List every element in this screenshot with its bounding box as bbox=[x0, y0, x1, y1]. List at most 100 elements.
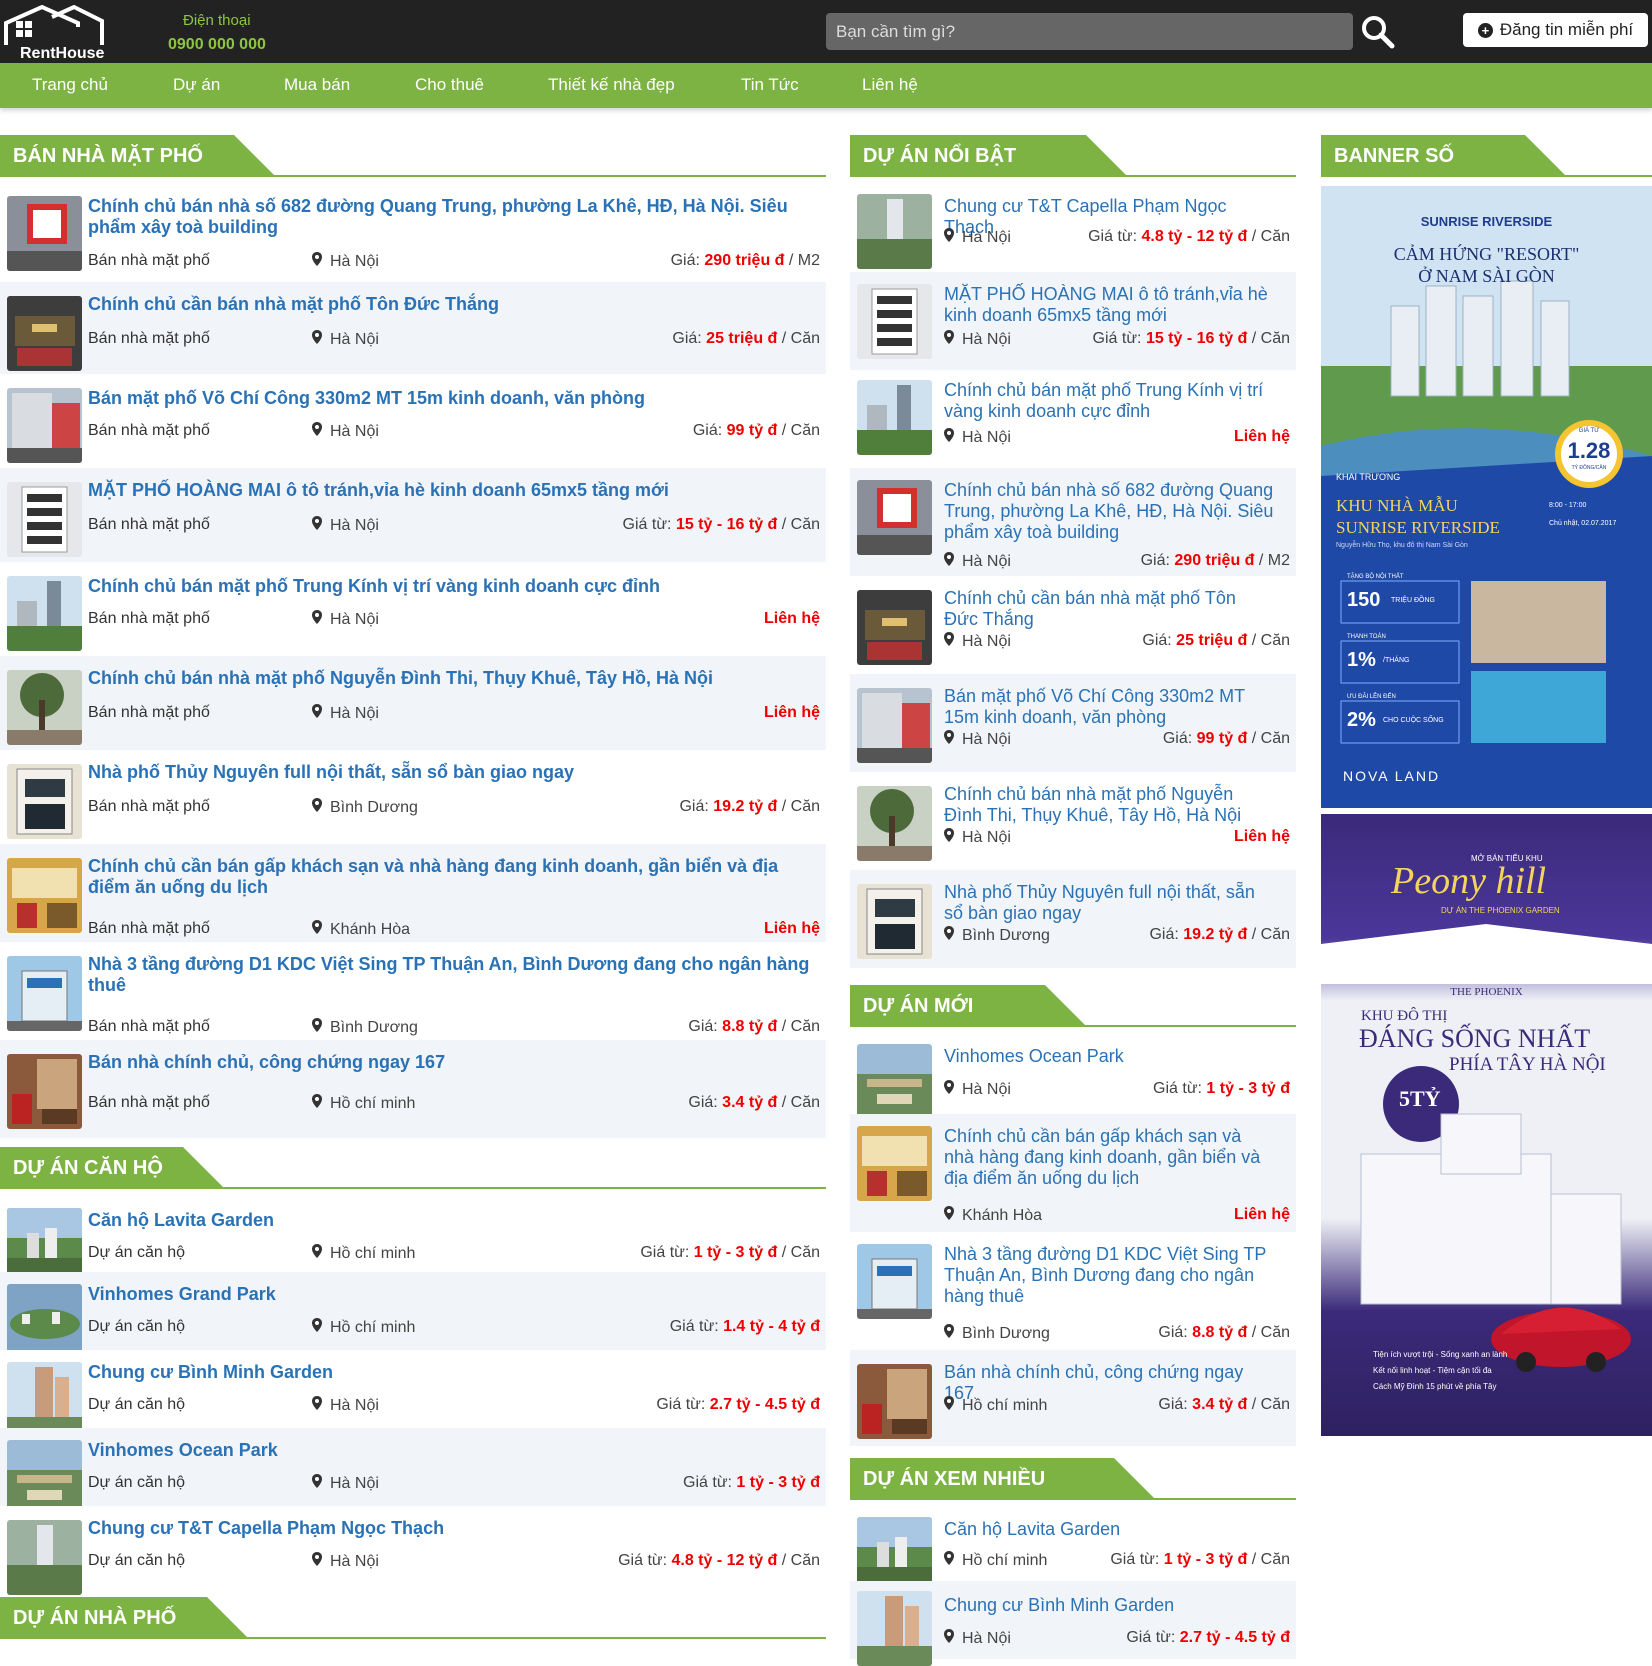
listing-title[interactable]: MẶT PHỐ HOÀNG MAI ô tô tránh,vỉa hè kinh… bbox=[944, 284, 1274, 326]
post-free-button[interactable]: + Đăng tin miễn phí bbox=[1463, 13, 1648, 47]
listing-title[interactable]: Căn hộ Lavita Garden bbox=[944, 1519, 1274, 1540]
listing-title[interactable]: Chính chủ cần bán gấp khách sạn và nhà h… bbox=[88, 856, 818, 898]
listing-thumbnail[interactable] bbox=[857, 884, 932, 959]
listing-item[interactable]: Chung cư Bình Minh Garden Hà Nội Giá từ: 2… bbox=[850, 1581, 1296, 1666]
listing-thumbnail[interactable] bbox=[857, 786, 932, 861]
listing-thumbnail[interactable] bbox=[857, 688, 932, 763]
listing-item[interactable]: Vinhomes Ocean Park Hà Nội Giá từ: 1 tỷ - … bbox=[850, 1036, 1296, 1119]
listing-title[interactable]: MẶT PHỐ HOÀNG MAI ô tô tránh,vỉa hè kinh… bbox=[88, 480, 818, 501]
listing-item[interactable]: Chính chủ bán nhà số 682 đường Quang Tru… bbox=[850, 468, 1296, 576]
listing-thumbnail[interactable] bbox=[857, 194, 932, 269]
listing-thumbnail[interactable] bbox=[857, 1364, 932, 1439]
listing-item[interactable]: MẶT PHỐ HOÀNG MAI ô tô tránh,vỉa hè kinh… bbox=[850, 272, 1296, 370]
listing-title[interactable]: Chung cư T&T Capella Phạm Ngọc Thạch bbox=[88, 1518, 818, 1539]
contact-label[interactable]: Liên hệ bbox=[1234, 828, 1290, 845]
listing-title[interactable]: Nhà phố Thủy Nguyên full nội thất, sẵn s… bbox=[88, 762, 818, 783]
listing-title[interactable]: Bán mặt phố Võ Chí Công 330m2 MT 15m kin… bbox=[944, 686, 1274, 728]
contact-label[interactable]: Liên hệ bbox=[1234, 1206, 1290, 1223]
contact-label[interactable]: Liên hệ bbox=[764, 610, 820, 627]
listing-item[interactable]: MẶT PHỐ HOÀNG MAI ô tô tránh,vỉa hè kinh… bbox=[0, 468, 826, 562]
listing-title[interactable]: Nhà 3 tầng đường D1 KDC Việt Sing TP Thu… bbox=[944, 1244, 1274, 1307]
listing-thumbnail[interactable] bbox=[7, 1284, 82, 1359]
listing-title[interactable]: Chính chủ bán nhà số 682 đường Quang Tru… bbox=[944, 480, 1274, 543]
listing-title[interactable]: Vinhomes Ocean Park bbox=[944, 1046, 1274, 1067]
listing-item[interactable]: Chính chủ bán mặt phố Trung Kính vị trí … bbox=[850, 370, 1296, 468]
listing-item[interactable]: Chính chủ cần bán nhà mặt phố Tôn Đức Th… bbox=[850, 576, 1296, 674]
listing-thumbnail[interactable] bbox=[857, 284, 932, 359]
phone-number[interactable]: 0900 000 000 bbox=[168, 36, 266, 54]
listing-title[interactable]: Nhà 3 tầng đường D1 KDC Việt Sing TP Thu… bbox=[88, 954, 818, 996]
listing-title[interactable]: Bán nhà chính chủ, công chứng ngay 167 bbox=[88, 1052, 818, 1073]
nav-news[interactable]: Tin Tức bbox=[741, 75, 799, 95]
listing-title[interactable]: Chính chủ cần bán nhà mặt phố Tôn Đức Th… bbox=[88, 294, 818, 315]
listing-title[interactable]: Chính chủ bán nhà mặt phố Nguyễn Đình Th… bbox=[88, 668, 818, 689]
listing-title[interactable]: Chính chủ bán mặt phố Trung Kính vị trí … bbox=[944, 380, 1274, 422]
search-icon[interactable] bbox=[1360, 14, 1396, 50]
listing-title[interactable]: Bán mặt phố Võ Chí Công 330m2 MT 15m kin… bbox=[88, 388, 818, 409]
listing-thumbnail[interactable] bbox=[7, 858, 82, 933]
listing-item[interactable]: Chung cư Bình Minh Garden Dự án căn hộ Hà … bbox=[0, 1350, 826, 1437]
listing-thumbnail[interactable] bbox=[7, 576, 82, 651]
listing-title[interactable]: Nhà phố Thủy Nguyên full nội thất, sẵn s… bbox=[944, 882, 1274, 924]
listing-item[interactable]: Căn hộ Lavita Garden Hồ chí minh Giá từ: 1… bbox=[850, 1509, 1296, 1592]
listing-item[interactable]: Nhà 3 tầng đường D1 KDC Việt Sing TP Thu… bbox=[0, 942, 826, 1040]
nav-projects[interactable]: Dự án bbox=[173, 75, 220, 95]
listing-item[interactable]: Bán mặt phố Võ Chí Công 330m2 MT 15m kin… bbox=[850, 674, 1296, 772]
listing-thumbnail[interactable] bbox=[857, 480, 932, 555]
listing-thumbnail[interactable] bbox=[7, 764, 82, 839]
nav-design[interactable]: Thiết kế nhà đẹp bbox=[548, 75, 675, 95]
listing-item[interactable]: Nhà phố Thủy Nguyên full nội thất, sẵn s… bbox=[850, 870, 1296, 968]
listing-item[interactable]: Vinhomes Ocean Park Dự án căn hộ Hà Nội Giá… bbox=[0, 1428, 826, 1515]
listing-title[interactable]: Chung cư Bình Minh Garden bbox=[88, 1362, 818, 1383]
listing-thumbnail[interactable] bbox=[7, 956, 82, 1031]
listing-thumbnail[interactable] bbox=[857, 380, 932, 455]
listing-thumbnail[interactable] bbox=[7, 1520, 82, 1595]
listing-title[interactable]: Căn hộ Lavita Garden bbox=[88, 1210, 818, 1231]
listing-item[interactable]: Chính chủ bán mặt phố Trung Kính vị trí … bbox=[0, 562, 826, 656]
listing-item[interactable]: Căn hộ Lavita Garden Dự án căn hộ Hồ chí m… bbox=[0, 1198, 826, 1283]
nav-contact[interactable]: Liên hệ bbox=[862, 75, 918, 95]
banner-sunrise-riverside[interactable]: SUNRISE RIVERSIDE CẢM HỨNG "RESORT" Ở NA… bbox=[1321, 186, 1652, 808]
listing-thumbnail[interactable] bbox=[857, 1044, 932, 1119]
listing-item[interactable]: Bán nhà chính chủ, công chứng ngay 167 Bá… bbox=[0, 1040, 826, 1138]
listing-item[interactable]: Vinhomes Grand Park Dự án căn hộ Hồ chí mi… bbox=[0, 1272, 826, 1359]
listing-item[interactable]: Chính chủ bán nhà số 682 đường Quang Tru… bbox=[0, 186, 826, 282]
listing-thumbnail[interactable] bbox=[857, 590, 932, 665]
listing-thumbnail[interactable] bbox=[7, 296, 82, 371]
listing-thumbnail[interactable] bbox=[7, 388, 82, 463]
listing-thumbnail[interactable] bbox=[857, 1591, 932, 1666]
listing-item[interactable]: Nhà 3 tầng đường D1 KDC Việt Sing TP Thu… bbox=[850, 1232, 1296, 1350]
contact-label[interactable]: Liên hệ bbox=[1234, 428, 1290, 445]
listing-thumbnail[interactable] bbox=[7, 1440, 82, 1515]
listing-item[interactable]: Chính chủ cần bán gấp khách sạn và nhà h… bbox=[850, 1114, 1296, 1232]
listing-title[interactable]: Chung cư Bình Minh Garden bbox=[944, 1595, 1274, 1616]
listing-thumbnail[interactable] bbox=[7, 1054, 82, 1129]
listing-title[interactable]: Chính chủ bán mặt phố Trung Kính vị trí … bbox=[88, 576, 818, 597]
listing-thumbnail[interactable] bbox=[857, 1126, 932, 1201]
listing-item[interactable]: Chung cư T&T Capella Phạm Ngọc Thạch Hà N… bbox=[850, 186, 1296, 272]
listing-thumbnail[interactable] bbox=[7, 196, 82, 271]
listing-thumbnail[interactable] bbox=[7, 1362, 82, 1437]
listing-thumbnail[interactable] bbox=[857, 1244, 932, 1319]
listing-item[interactable]: Bán mặt phố Võ Chí Công 330m2 MT 15m kin… bbox=[0, 374, 826, 468]
listing-title[interactable]: Vinhomes Ocean Park bbox=[88, 1440, 818, 1461]
listing-item[interactable]: Chính chủ bán nhà mặt phố Nguyễn Đình Th… bbox=[850, 772, 1296, 870]
listing-item[interactable]: Bán nhà chính chủ, công chứng ngay 167 Hồ… bbox=[850, 1350, 1296, 1446]
listing-title[interactable]: Chính chủ cần bán nhà mặt phố Tôn Đức Th… bbox=[944, 588, 1274, 630]
nav-home[interactable]: Trang chủ bbox=[32, 75, 108, 95]
listing-item[interactable]: Nhà phố Thủy Nguyên full nội thất, sẵn s… bbox=[0, 750, 826, 844]
logo[interactable]: RentHouse bbox=[2, 4, 108, 62]
listing-item[interactable]: Chính chủ bán nhà mặt phố Nguyễn Đình Th… bbox=[0, 656, 826, 750]
listing-title[interactable]: Chính chủ bán nhà mặt phố Nguyễn Đình Th… bbox=[944, 784, 1274, 826]
banner-peony-hill[interactable]: MỞ BÁN TIỂU KHU Peony hill DỰ ÁN THE PHO… bbox=[1321, 814, 1652, 1436]
listing-title[interactable]: Chính chủ bán nhà số 682 đường Quang Tru… bbox=[88, 196, 818, 238]
listing-thumbnail[interactable] bbox=[7, 670, 82, 745]
listing-title[interactable]: Vinhomes Grand Park bbox=[88, 1284, 818, 1305]
listing-item[interactable]: Chính chủ cần bán gấp khách sạn và nhà h… bbox=[0, 844, 826, 942]
nav-rent[interactable]: Cho thuê bbox=[415, 75, 484, 95]
contact-label[interactable]: Liên hệ bbox=[764, 704, 820, 721]
nav-buy-sell[interactable]: Mua bán bbox=[284, 75, 350, 95]
listing-item[interactable]: Chung cư T&T Capella Phạm Ngọc Thạch Dự á… bbox=[0, 1506, 826, 1595]
listing-title[interactable]: Chính chủ cần bán gấp khách sạn và nhà h… bbox=[944, 1126, 1274, 1189]
listing-thumbnail[interactable] bbox=[7, 482, 82, 557]
